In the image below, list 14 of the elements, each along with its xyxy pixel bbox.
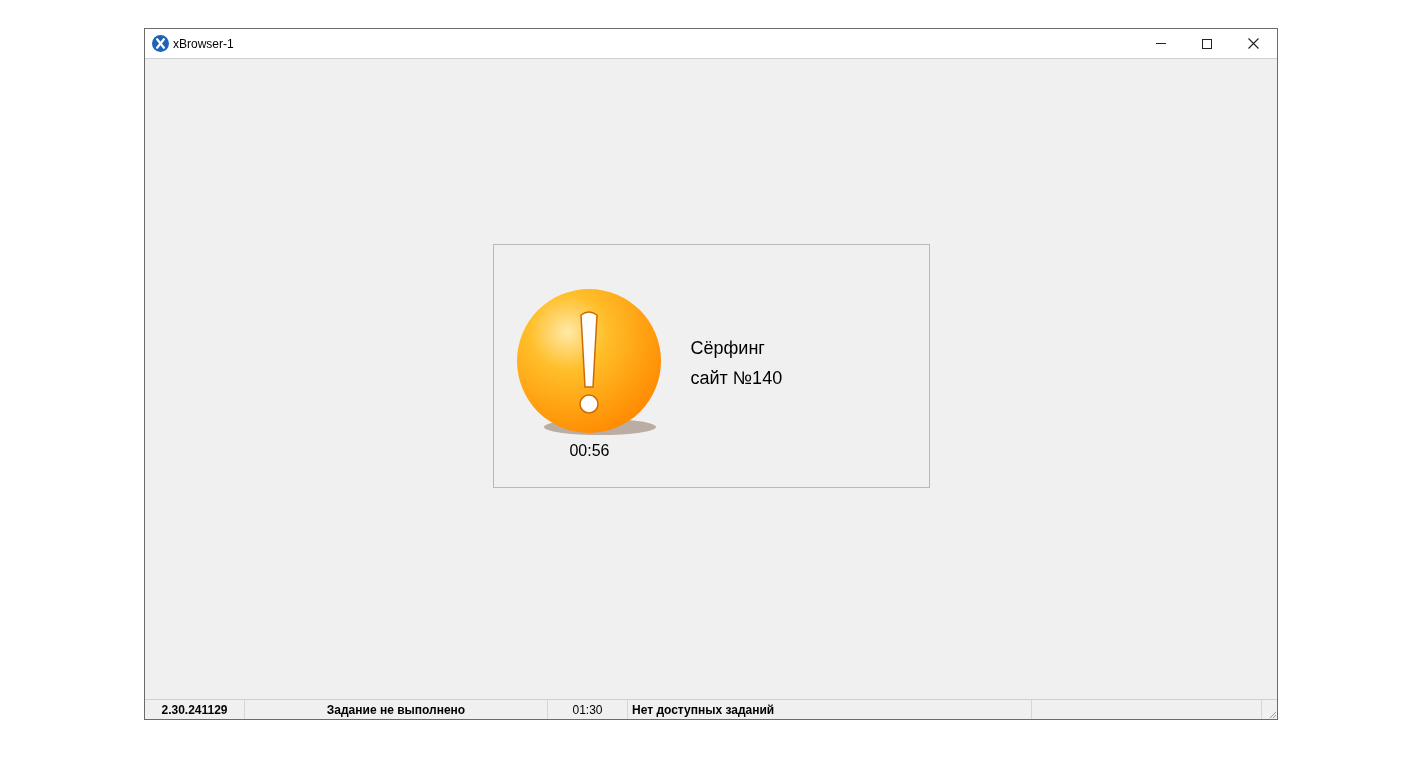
status-field: Задание не выполнено — [245, 700, 548, 719]
close-icon — [1247, 38, 1259, 49]
minimize-icon — [1156, 43, 1166, 44]
window-title: xBrowser-1 — [173, 35, 234, 53]
countdown-timer: 00:56 — [569, 443, 610, 459]
app-logo-icon — [152, 35, 169, 52]
status-field: 2.30.241129 — [145, 700, 245, 719]
status-field: 01:30 — [548, 700, 628, 719]
task-label: сайт №140 — [690, 367, 783, 390]
status-field: Нет доступных заданий — [628, 700, 1032, 719]
resize-grip-icon — [1269, 711, 1277, 719]
warning-icon — [515, 289, 664, 437]
task-label: Сёрфинг — [690, 337, 766, 360]
maximize-icon — [1202, 38, 1212, 49]
